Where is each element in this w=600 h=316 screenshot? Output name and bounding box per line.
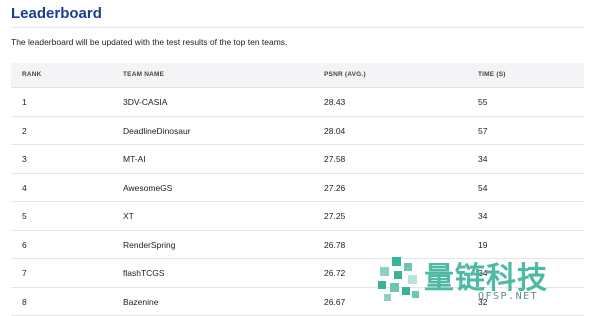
watermark-logo-icon xyxy=(374,255,422,303)
cell-rank: 4 xyxy=(22,183,27,193)
watermark: 量链科技 QFSP.NET xyxy=(370,251,590,311)
table-row: 1 3DV-CASIA 28.43 55 xyxy=(11,88,584,117)
cell-time: 57 xyxy=(478,126,487,136)
header-rank: RANK xyxy=(22,71,42,78)
cell-psnr: 28.04 xyxy=(324,126,345,136)
cell-team-name: Bazenine xyxy=(123,297,158,307)
table-header: RANK TEAM NAME PSNR (AVG.) TIME (S) xyxy=(11,63,584,88)
cell-rank: 8 xyxy=(22,297,27,307)
cell-rank: 6 xyxy=(22,240,27,250)
cell-time: 34 xyxy=(478,154,487,164)
table-row: 4 AwesomeGS 27.26 54 xyxy=(11,174,584,203)
cell-time: 54 xyxy=(478,183,487,193)
cell-team-name: flashTCGS xyxy=(123,268,165,278)
cell-psnr: 26.67 xyxy=(324,297,345,307)
cell-rank: 2 xyxy=(22,126,27,136)
cell-psnr: 27.26 xyxy=(324,183,345,193)
header-team-name: TEAM NAME xyxy=(123,71,164,78)
cell-team-name: AwesomeGS xyxy=(123,183,172,193)
table-row: 3 MT-AI 27.58 34 xyxy=(11,145,584,174)
cell-rank: 1 xyxy=(22,97,27,107)
header-time: TIME (S) xyxy=(478,71,506,78)
cell-psnr: 26.78 xyxy=(324,240,345,250)
cell-psnr: 27.58 xyxy=(324,154,345,164)
cell-team-name: DeadlineDinosaur xyxy=(123,126,191,136)
cell-time: 55 xyxy=(478,97,487,107)
watermark-text-en: QFSP.NET xyxy=(478,291,538,302)
cell-team-name: RenderSpring xyxy=(123,240,175,250)
cell-time: 19 xyxy=(478,240,487,250)
cell-team-name: MT-AI xyxy=(123,154,146,164)
cell-psnr: 27.25 xyxy=(324,211,345,221)
page-title: Leaderboard xyxy=(11,5,102,22)
cell-team-name: 3DV-CASIA xyxy=(123,97,167,107)
cell-psnr: 28.43 xyxy=(324,97,345,107)
cell-team-name: XT xyxy=(123,211,134,221)
title-divider xyxy=(11,27,584,28)
leaderboard-description: The leaderboard will be updated with the… xyxy=(11,37,287,47)
cell-psnr: 26.72 xyxy=(324,268,345,278)
table-row: 2 DeadlineDinosaur 28.04 57 xyxy=(11,117,584,146)
cell-rank: 7 xyxy=(22,268,27,278)
header-psnr: PSNR (AVG.) xyxy=(324,71,366,78)
cell-rank: 3 xyxy=(22,154,27,164)
table-row: 5 XT 27.25 34 xyxy=(11,202,584,231)
cell-rank: 5 xyxy=(22,211,27,221)
cell-time: 34 xyxy=(478,211,487,221)
